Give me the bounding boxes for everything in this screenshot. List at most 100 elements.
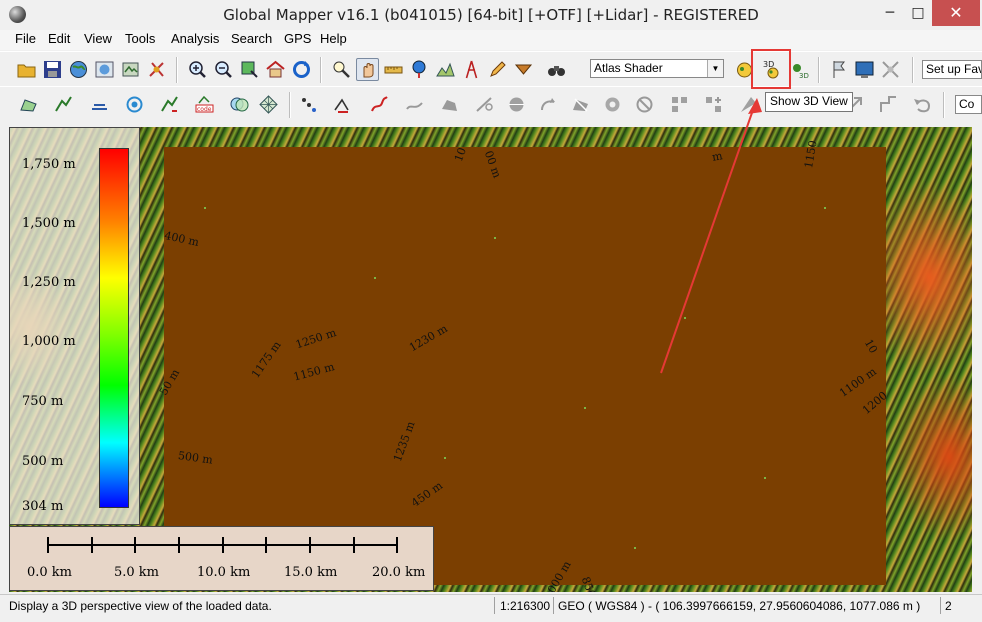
layer-export-icon[interactable] (119, 58, 142, 81)
menu-file[interactable]: File (15, 31, 36, 46)
contour-label: m (711, 149, 724, 164)
dropdown-funnel-icon[interactable] (512, 58, 535, 81)
3d-anaglyph-icon[interactable]: 3D (788, 58, 811, 81)
svg-text:code: code (197, 106, 212, 113)
open-folder-icon[interactable] (15, 58, 38, 81)
globe-edit-icon[interactable] (505, 93, 528, 116)
menu-tools[interactable]: Tools (125, 31, 155, 46)
combine-areas-icon[interactable] (228, 93, 251, 116)
path-profile-icon[interactable] (434, 58, 457, 81)
shader-dropdown[interactable]: Atlas Shader ▼ (590, 59, 724, 78)
scale-tick (134, 537, 136, 553)
rotate-feature-icon[interactable] (537, 93, 560, 116)
show-3d-highlight-box (751, 49, 791, 89)
toolbar-separator (818, 57, 820, 83)
grid-mesh-icon[interactable] (257, 93, 280, 116)
digitize-search-icon[interactable] (330, 58, 353, 81)
edit-pencil-icon[interactable] (486, 58, 509, 81)
scale-tick (353, 537, 355, 553)
scale-tick (91, 537, 93, 553)
reshape-line-icon[interactable] (368, 93, 391, 116)
scale-bar: 0.0 km 5.0 km 10.0 km 15.0 km 20.0 km (9, 526, 434, 591)
scale-label: 0.0 km (27, 565, 73, 580)
terrain-layer (164, 147, 886, 585)
scale-label: 5.0 km (114, 565, 160, 580)
legend-label: 500 m (22, 454, 64, 469)
shader-value: Atlas Shader (594, 61, 663, 75)
maximize-button[interactable]: □ (904, 0, 932, 26)
grid-tool-icon[interactable] (879, 58, 902, 81)
favorites-dropdown[interactable]: Set up Fav (922, 60, 982, 79)
menu-help[interactable]: Help (320, 31, 347, 46)
legend-label: 1,000 m (22, 334, 76, 349)
select-feature-icon[interactable] (633, 93, 656, 116)
terrain-speck (494, 237, 496, 239)
recycle-feature-icon[interactable] (601, 93, 624, 116)
split-line-icon[interactable] (403, 93, 426, 116)
info-pin-icon[interactable] (408, 58, 431, 81)
chevron-down-icon[interactable]: ▼ (707, 60, 723, 77)
menu-bar: File Edit View Tools Analysis Search GPS… (0, 30, 982, 50)
refresh-icon[interactable] (290, 58, 313, 81)
scale-tick (47, 537, 49, 553)
minimize-button[interactable]: ─ (876, 0, 904, 26)
scale-label: 15.0 km (284, 565, 338, 580)
pan-hand-icon[interactable] (356, 58, 379, 81)
legend-label: 1,750 m (22, 157, 76, 172)
measure-icon[interactable] (382, 58, 405, 81)
wedge-feature-icon[interactable] (737, 93, 760, 116)
scissor-line-icon[interactable] (473, 93, 496, 116)
toolbar-separator (912, 57, 914, 83)
feature-edit-icon[interactable] (158, 93, 181, 116)
menu-analysis[interactable]: Analysis (171, 31, 219, 46)
legend-label: 304 m (22, 499, 64, 514)
terrain-speck (764, 477, 766, 479)
undo-icon[interactable] (910, 93, 933, 116)
code-feature-icon[interactable]: code (193, 93, 216, 116)
status-extra: 2 (945, 599, 952, 613)
legend-label: 750 m (22, 394, 64, 409)
step-up-icon[interactable] (877, 93, 900, 116)
terrain-speck (584, 407, 586, 409)
node-grid-icon[interactable] (668, 93, 691, 116)
create-line-icon[interactable] (52, 93, 75, 116)
screen-capture-icon[interactable] (853, 58, 876, 81)
area-shape-icon[interactable] (438, 93, 461, 116)
window-title: Global Mapper v16.1 (b041015) [64-bit] [… (223, 6, 759, 24)
scale-tick (309, 537, 311, 553)
move-vertex-icon[interactable] (330, 93, 353, 116)
close-button[interactable]: ✕ (932, 0, 980, 26)
globe-icon[interactable] (67, 58, 90, 81)
tower-icon[interactable] (460, 58, 483, 81)
flag-layout-icon[interactable] (828, 58, 851, 81)
save-icon[interactable] (41, 58, 64, 81)
menu-edit[interactable]: Edit (48, 31, 70, 46)
web-globe-icon[interactable] (93, 58, 116, 81)
status-message: Display a 3D perspective view of the loa… (9, 599, 272, 613)
tools-config-icon[interactable] (145, 58, 168, 81)
zoom-in-icon[interactable] (186, 58, 209, 81)
buffer-icon[interactable] (123, 93, 146, 116)
elevation-legend: 1,750 m 1,500 m 1,250 m 1,000 m 750 m 50… (9, 127, 140, 525)
main-toolbar: Atlas Shader ▼ 3D 3D Set up Fav (0, 51, 982, 86)
zoom-out-icon[interactable] (212, 58, 235, 81)
status-divider (494, 597, 495, 614)
vertex-edit-icon[interactable] (297, 93, 320, 116)
zoom-box-icon[interactable] (238, 58, 261, 81)
combo-field[interactable]: Co (955, 95, 982, 114)
title-bar: Global Mapper v16.1 (b041015) [64-bit] [… (0, 0, 982, 31)
legend-label: 1,250 m (22, 275, 76, 290)
create-point-icon[interactable] (88, 93, 111, 116)
binoculars-icon[interactable] (545, 58, 568, 81)
scale-tick (396, 537, 398, 553)
menu-view[interactable]: View (84, 31, 112, 46)
cut-area-icon[interactable] (569, 93, 592, 116)
node-add-icon[interactable] (702, 93, 725, 116)
terrain-speck (824, 207, 826, 209)
toolbar-separator (176, 57, 178, 83)
map-view[interactable]: 400 m 1250 m 1230 m 1175 m 1150 m 50 m 5… (9, 127, 972, 592)
menu-search[interactable]: Search (231, 31, 272, 46)
home-icon[interactable] (264, 58, 287, 81)
menu-gps[interactable]: GPS (284, 31, 311, 46)
create-area-icon[interactable] (17, 93, 40, 116)
